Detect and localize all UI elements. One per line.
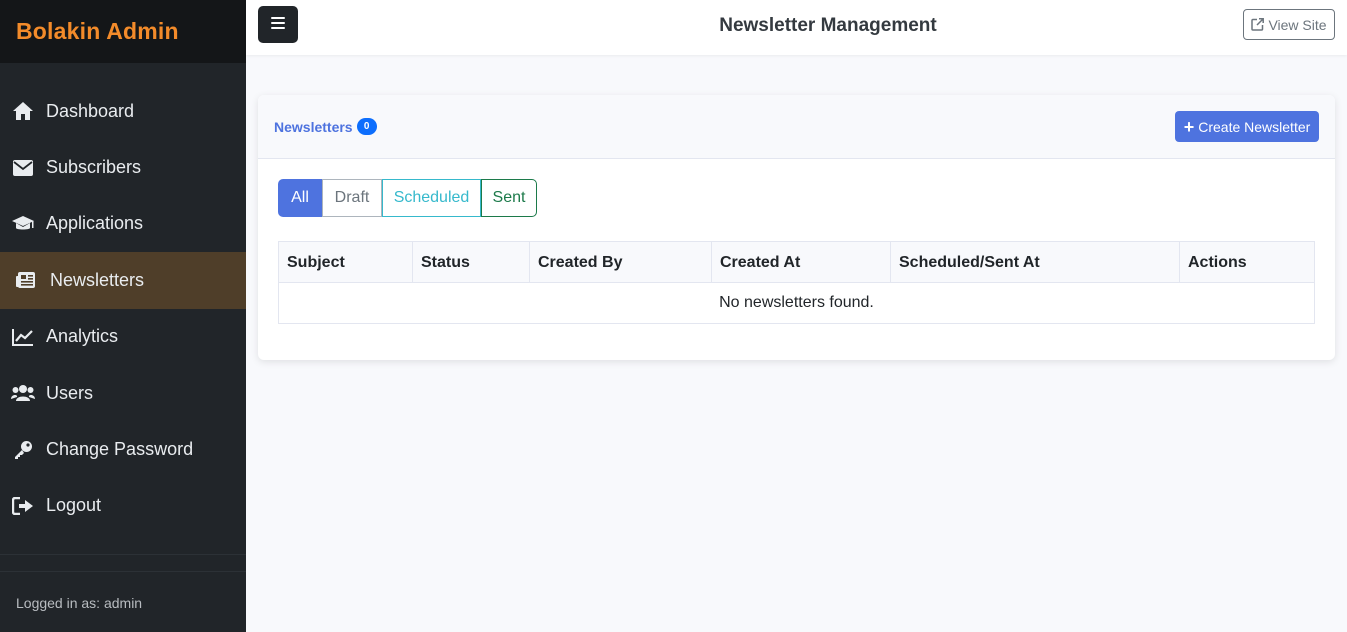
empty-state-row: No newsletters found.: [719, 294, 874, 311]
plus-icon: +: [1183, 116, 1195, 137]
sidebar-item-label: Subscribers: [46, 157, 142, 178]
divider: [0, 571, 246, 572]
sidebar-item-subscribers[interactable]: Subscribers: [0, 139, 246, 195]
envelope-icon: [11, 156, 35, 180]
sidebar-item-analytics[interactable]: Analytics: [0, 309, 246, 365]
status-filter-group: All Draft Scheduled Sent: [278, 179, 537, 217]
filter-sent-button[interactable]: Sent: [481, 179, 537, 217]
card-header: Newsletters 0 + Create Newsletter: [258, 95, 1335, 159]
newsletters-card: Newsletters 0 + Create Newsletter All Dr…: [258, 95, 1335, 360]
topbar: Newsletter Management View Site: [246, 0, 1347, 55]
users-icon: [11, 381, 35, 405]
card-title: Newsletters 0: [274, 118, 377, 135]
sign-out-icon: [11, 494, 35, 518]
sidebar-item-applications[interactable]: Applications: [0, 196, 246, 252]
line-chart-icon: [11, 325, 35, 349]
brand-title: Bolakin Admin: [16, 18, 179, 44]
column-header-created-by[interactable]: Created By: [530, 242, 712, 283]
sidebar-item-logout[interactable]: Logout: [0, 478, 246, 534]
sidebar-item-label: Applications: [46, 213, 144, 234]
sidebar-item-newsletters[interactable]: Newsletters: [0, 252, 246, 309]
key-icon: [11, 438, 35, 462]
sidebar: Bolakin Admin Dashboard Subscribers Appl…: [0, 0, 246, 632]
page-title: Newsletter Management: [719, 15, 937, 36]
sidebar-item-users[interactable]: Users: [0, 365, 246, 421]
column-header-subject[interactable]: Subject: [279, 242, 413, 283]
external-link-icon: [1251, 18, 1265, 31]
newsletters-table: Subject Status Created By Created At Sch…: [278, 241, 1315, 324]
card-title-label: Newsletters: [274, 118, 353, 135]
column-header-actions: Actions: [1188, 253, 1247, 271]
graduation-cap-icon: [11, 212, 35, 236]
sidebar-item-change-password[interactable]: Change Password: [0, 421, 246, 477]
column-header-created-at[interactable]: Created At: [712, 242, 891, 283]
divider: [0, 554, 246, 555]
filter-all-button[interactable]: All: [278, 179, 322, 217]
newspaper-icon: [14, 268, 38, 292]
view-site-label: View Site: [1268, 16, 1327, 33]
create-newsletter-button[interactable]: + Create Newsletter: [1175, 111, 1319, 142]
brand[interactable]: Bolakin Admin: [0, 0, 246, 63]
sidebar-item-label: Users: [46, 382, 94, 403]
view-site-button[interactable]: View Site: [1243, 9, 1335, 40]
sidebar-item-label: Logout: [46, 495, 102, 516]
filter-scheduled-button[interactable]: Scheduled: [382, 179, 481, 217]
column-header-scheduled-sent-at[interactable]: Scheduled/Sent At: [891, 242, 1180, 283]
sidebar-item-label: Newsletters: [50, 269, 145, 290]
column-header-status[interactable]: Status: [413, 242, 530, 283]
sidebar-item-dashboard[interactable]: Dashboard: [0, 83, 246, 139]
sidebar-item-label: Dashboard: [46, 100, 135, 121]
count-badge: 0: [356, 118, 377, 135]
sidebar-item-label: Change Password: [46, 439, 194, 460]
sidebar-item-label: Analytics: [46, 326, 119, 347]
logged-in-text: Logged in as: admin: [16, 595, 143, 611]
table-header: Subject Status Created By Created At Sch…: [279, 242, 1314, 283]
sidebar-nav: Dashboard Subscribers Applications Newsl…: [0, 83, 246, 534]
create-newsletter-label: Create Newsletter: [1198, 118, 1311, 135]
filter-draft-button[interactable]: Draft: [322, 179, 382, 217]
home-icon: [11, 99, 35, 123]
